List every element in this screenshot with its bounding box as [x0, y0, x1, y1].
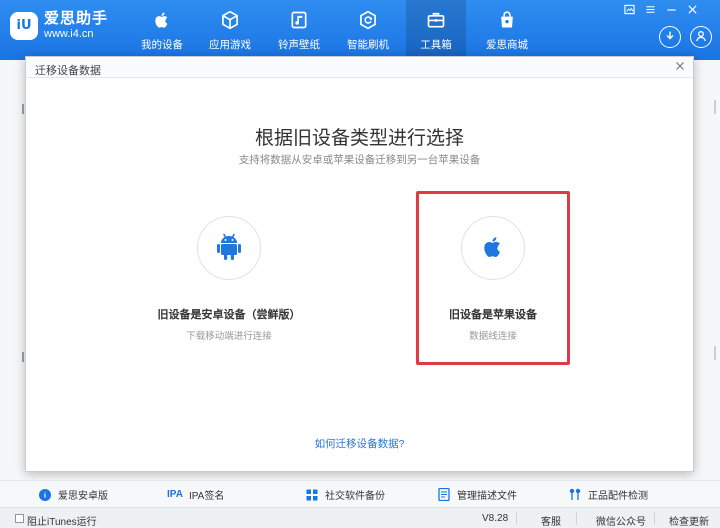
minimize-button[interactable] [664, 4, 678, 18]
status-divider [516, 512, 517, 525]
download-icon [664, 30, 676, 45]
android-option-circle [197, 216, 261, 280]
apple-icon [480, 233, 506, 264]
close-icon [687, 4, 698, 18]
apple-option-circle [461, 216, 525, 280]
top-header: iU 爱思助手 www.i4.cn 我的设备 应用游戏 铃声壁纸 智能刷机 工具… [0, 0, 720, 60]
profile-icon [437, 488, 451, 502]
dialog-heading: 根据旧设备类型进行选择 [254, 128, 464, 149]
shopping-bag-icon [496, 9, 518, 31]
tool-i4-android[interactable]: i 爱思安卓版 [38, 487, 108, 502]
migrate-data-dialog: 迁移设备数据 根据旧设备类型进行选择 支持将数据从安卓或苹果设备迁移到另一台苹果… [25, 56, 694, 472]
apple-device-option[interactable]: 旧设备是苹果设备 数据线连接 [416, 191, 570, 365]
option-description: 下载移动端进行连接 [186, 331, 272, 342]
nav-label: 工具箱 [420, 39, 452, 51]
status-divider [576, 512, 577, 525]
music-icon [288, 9, 310, 31]
grid-icon [305, 488, 319, 502]
tool-label: 正品配件检测 [588, 491, 648, 502]
app-logo[interactable]: iU 爱思助手 www.i4.cn [10, 10, 108, 41]
skin-icon [623, 4, 635, 18]
tool-ipa-sign[interactable]: IPA IPA签名 [167, 487, 224, 502]
earphone-icon [568, 488, 582, 502]
refresh-icon [357, 9, 379, 31]
dialog-close-button[interactable] [673, 60, 687, 74]
menu-icon [645, 4, 656, 18]
nav-label: 铃声壁纸 [278, 39, 320, 51]
user-icon [695, 30, 707, 45]
menu-button[interactable] [643, 4, 657, 18]
option-title: 旧设备是安卓设备（尝鲜版） [157, 309, 301, 321]
feedback-link[interactable]: 客服 [541, 513, 561, 528]
account-button[interactable] [690, 26, 712, 48]
ipa-badge: IPA [167, 489, 183, 500]
background-divider [22, 352, 24, 362]
option-description: 数据线连接 [469, 331, 517, 342]
wechat-link[interactable]: 微信公众号 [596, 513, 646, 528]
nav-label: 应用游戏 [209, 39, 251, 51]
tool-label: 管理描述文件 [457, 491, 517, 502]
status-bar: 阻止iTunes运行 V8.28 客服 微信公众号 检查更新 [0, 507, 720, 528]
nav-label: 我的设备 [141, 39, 183, 51]
app-name: 爱思助手 [44, 10, 109, 27]
nav-apps-games[interactable]: 应用游戏 [200, 0, 260, 60]
tool-manage-profiles[interactable]: 管理描述文件 [437, 487, 517, 502]
nav-my-device[interactable]: 我的设备 [132, 0, 192, 60]
check-update-link[interactable]: 检查更新 [669, 513, 709, 528]
android-icon [216, 232, 242, 265]
status-divider [654, 512, 655, 525]
skin-button[interactable] [622, 4, 636, 18]
scrollbar[interactable] [714, 346, 716, 360]
cube-icon [219, 9, 241, 31]
tool-label: 爱思安卓版 [58, 491, 108, 502]
download-button[interactable] [659, 26, 681, 48]
android-device-option[interactable]: 旧设备是安卓设备（尝鲜版） 下载移动端进行连接 [152, 191, 306, 365]
version-label: V8.28 [482, 513, 509, 524]
block-itunes-checkbox[interactable] [15, 514, 24, 523]
tool-label: IPA签名 [188, 491, 225, 502]
tool-social-backup[interactable]: 社交软件备份 [305, 487, 385, 502]
bottom-toolbar: i 爱思安卓版 IPA IPA签名 社交软件备份 管理描述文件 正品配件检测 [0, 480, 720, 507]
dialog-title: 迁移设备数据 [35, 65, 101, 77]
nav-toolbox[interactable]: 工具箱 [406, 0, 466, 60]
toolbox-icon [425, 9, 447, 31]
minimize-icon [666, 4, 677, 18]
close-window-button[interactable] [685, 4, 699, 18]
background-divider [22, 104, 24, 114]
nav-ringtones-wallpapers[interactable]: 铃声壁纸 [269, 0, 329, 60]
scrollbar[interactable] [714, 100, 716, 114]
tool-label: 社交软件备份 [325, 491, 385, 502]
logo-mark-icon: iU [10, 11, 38, 40]
option-title: 旧设备是苹果设备 [449, 309, 537, 321]
apple-icon [151, 9, 173, 31]
svg-text:i: i [44, 491, 46, 499]
tool-accessory-check[interactable]: 正品配件检测 [568, 487, 648, 502]
app-url: www.i4.cn [44, 28, 94, 40]
close-icon [676, 62, 684, 70]
help-link[interactable]: 如何迁移设备数据? [26, 436, 693, 451]
nav-smart-flash[interactable]: 智能刷机 [338, 0, 398, 60]
android-app-icon: i [38, 488, 52, 502]
nav-label: 智能刷机 [347, 39, 389, 51]
nav-label: 爱思商城 [486, 39, 528, 51]
nav-i4-store[interactable]: 爱思商城 [477, 0, 537, 60]
dialog-subheading: 支持将数据从安卓或苹果设备迁移到另一台苹果设备 [238, 154, 481, 166]
block-itunes-label: 阻止iTunes运行 [27, 517, 97, 528]
dialog-titlebar: 迁移设备数据 [26, 57, 693, 78]
